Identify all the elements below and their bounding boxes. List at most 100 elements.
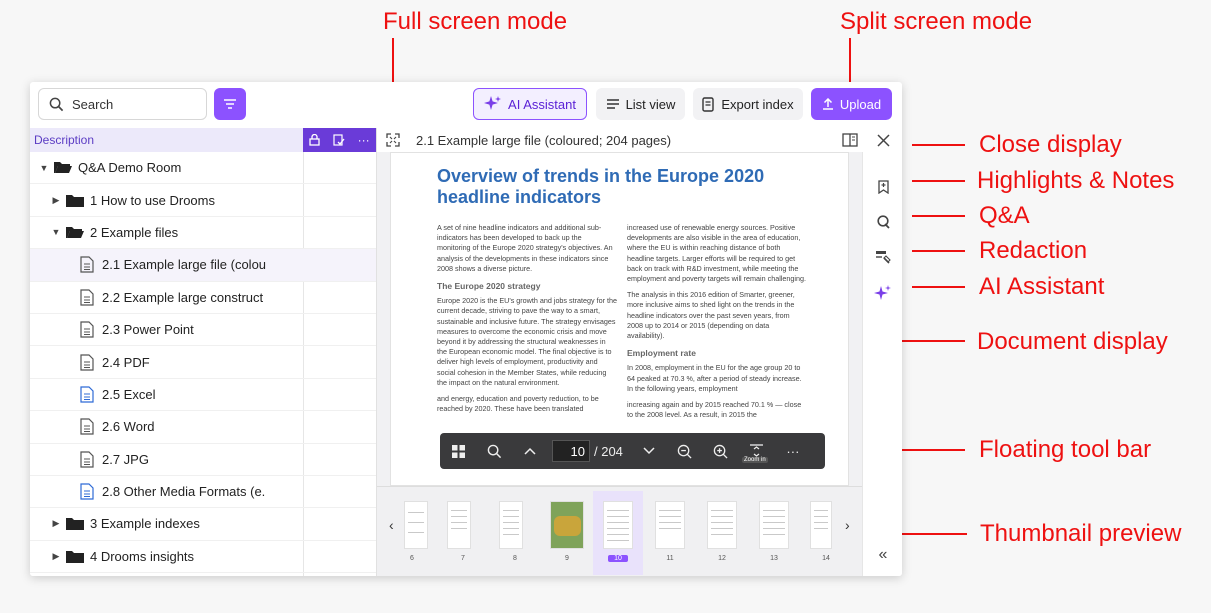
thumbnail-page[interactable]: [707, 501, 737, 549]
thumbnail-prev-button[interactable]: ‹: [389, 517, 394, 533]
search-icon: [487, 444, 501, 458]
tree-row[interactable]: ▶ 3 Example indexes: [30, 508, 376, 541]
thumbnail-label: 11: [666, 555, 674, 562]
tree-row-label: 2.5 Excel: [102, 386, 156, 402]
document-icon: [80, 418, 94, 435]
thumbnail-page[interactable]: [550, 501, 584, 549]
tree-row-label: 4 Drooms insights: [90, 548, 195, 564]
more-options-icon[interactable]: ···: [358, 133, 370, 147]
doc-column-left: A set of nine headline indicators and ad…: [437, 223, 617, 420]
filter-button[interactable]: [214, 88, 246, 120]
annotation-document-display: Document display: [977, 328, 1168, 355]
folder-icon: [66, 518, 84, 531]
thumbnail-page[interactable]: [810, 501, 832, 549]
tree-row-label: 2 Example files: [90, 224, 179, 240]
search-input[interactable]: Search: [38, 88, 207, 120]
tree-row[interactable]: 2.5 Excel: [30, 379, 376, 412]
tree-row[interactable]: 2.7 JPG: [30, 444, 376, 476]
document-viewer: 2.1 Example large file (coloured; 204 pa…: [377, 128, 902, 576]
more-tools-button[interactable]: ···: [775, 433, 811, 469]
viewer-title: 2.1 Example large file (coloured; 204 pa…: [416, 133, 672, 148]
redaction-button[interactable]: [873, 247, 893, 267]
media-file-icon: [80, 483, 94, 500]
zoom-out-button[interactable]: [667, 433, 703, 469]
grid-view-button[interactable]: [440, 433, 476, 469]
thumbnail-page[interactable]: [655, 501, 685, 549]
double-chevron-left-icon: «: [878, 546, 888, 563]
thumbnail-page[interactable]: [759, 501, 789, 549]
collapse-caret-icon[interactable]: ▼: [38, 163, 50, 173]
tree-row[interactable]: ▼ 2 Example files: [30, 217, 376, 250]
index-tree-panel: Description ··· ▼ Q&A Demo Room ▶ 1 How …: [30, 128, 377, 576]
document-icon: [80, 451, 94, 468]
tree-row[interactable]: 2.4 PDF: [30, 346, 376, 379]
tree-row[interactable]: 2.3 Power Point: [30, 314, 376, 347]
thumbnail-page[interactable]: [404, 501, 428, 549]
ai-assistant-rail-button[interactable]: [873, 283, 893, 303]
doc-paragraph: A set of nine headline indicators and ad…: [437, 223, 613, 273]
thumbnail-page[interactable]: [447, 501, 471, 549]
tree-row[interactable]: ▶ 1 How to use Drooms: [30, 184, 376, 217]
tree-row-selected[interactable]: 2.1 Example large file (colou: [30, 249, 376, 282]
export-index-button[interactable]: Export index: [693, 88, 803, 120]
tree-row[interactable]: 2.2 Example large construct: [30, 282, 376, 314]
qa-button[interactable]: [873, 212, 893, 232]
thumbnail-page[interactable]: [499, 501, 523, 549]
filter-icon: [224, 99, 236, 109]
tree-row[interactable]: ▶ 4 Drooms insights: [30, 541, 376, 574]
bookmark-icon: [877, 180, 889, 194]
zoom-in-button[interactable]: [703, 433, 739, 469]
sparkle-icon: [874, 285, 891, 300]
page-number-input[interactable]: 10: [552, 440, 590, 462]
ai-assistant-button[interactable]: AI Assistant: [473, 88, 587, 120]
lock-icon[interactable]: [309, 134, 320, 146]
tree-row[interactable]: 2.6 Word: [30, 411, 376, 444]
doc-column-right: increased use of renewable energy source…: [627, 223, 807, 426]
thumbnail-label: 7: [461, 555, 465, 562]
annotation-thumbnail-preview: Thumbnail preview: [980, 520, 1182, 547]
zoom-in-icon: [714, 444, 728, 459]
collapse-caret-icon[interactable]: ▼: [50, 227, 62, 237]
list-view-button[interactable]: List view: [596, 88, 685, 120]
thumbnail-page-selected[interactable]: [603, 501, 633, 549]
upload-button[interactable]: Upload: [811, 88, 892, 120]
annotation-close-display: Close display: [979, 131, 1122, 158]
fit-page-button[interactable]: [739, 433, 775, 469]
next-page-button[interactable]: [631, 433, 667, 469]
close-icon[interactable]: [877, 134, 890, 147]
thumbnail-label: 13: [770, 555, 778, 562]
thumbnail-label: 6: [410, 555, 414, 562]
document-icon: [80, 289, 94, 306]
redaction-icon: [876, 250, 891, 264]
export-index-label: Export index: [721, 96, 794, 112]
sparkle-icon: [484, 96, 502, 110]
tree-row[interactable]: 2.8 Other Media Formats (e.: [30, 476, 376, 509]
thumbnail-next-button[interactable]: ›: [845, 517, 850, 533]
collapse-panel-button[interactable]: «: [873, 545, 893, 565]
list-view-label: List view: [625, 96, 676, 112]
floating-toolbar: 10 / 204 ··· Zoom in: [440, 433, 825, 469]
expand-caret-icon[interactable]: ▶: [50, 518, 62, 529]
tree-row-label: 1 How to use Drooms: [90, 192, 215, 208]
qa-icon: [876, 215, 890, 229]
annotation-qa: Q&A: [979, 202, 1030, 229]
tree-row-label: 2.4 PDF: [102, 354, 150, 370]
tree-row[interactable]: ▼ Q&A Demo Room: [30, 152, 376, 185]
split-screen-icon[interactable]: [842, 133, 858, 147]
previous-page-button[interactable]: [512, 433, 548, 469]
upload-label: Upload: [839, 96, 882, 112]
search-document-button[interactable]: [476, 433, 512, 469]
thumbnail-label: 14: [822, 555, 830, 562]
search-placeholder: Search: [72, 96, 114, 112]
export-icon: [702, 96, 715, 112]
expand-caret-icon[interactable]: ▶: [50, 551, 62, 562]
highlights-notes-button[interactable]: [873, 177, 893, 197]
tree-row-label: 2.3 Power Point: [102, 322, 194, 338]
fullscreen-icon[interactable]: [386, 133, 400, 147]
tree-row-label: 2.6 Word: [102, 419, 155, 435]
tree-header: Description ···: [30, 128, 376, 152]
upload-icon: [822, 98, 833, 110]
expand-caret-icon[interactable]: ▶: [50, 195, 62, 206]
doc-paragraph: increasing again and by 2015 reached 70.…: [627, 400, 802, 420]
checklist-icon[interactable]: [333, 134, 345, 146]
